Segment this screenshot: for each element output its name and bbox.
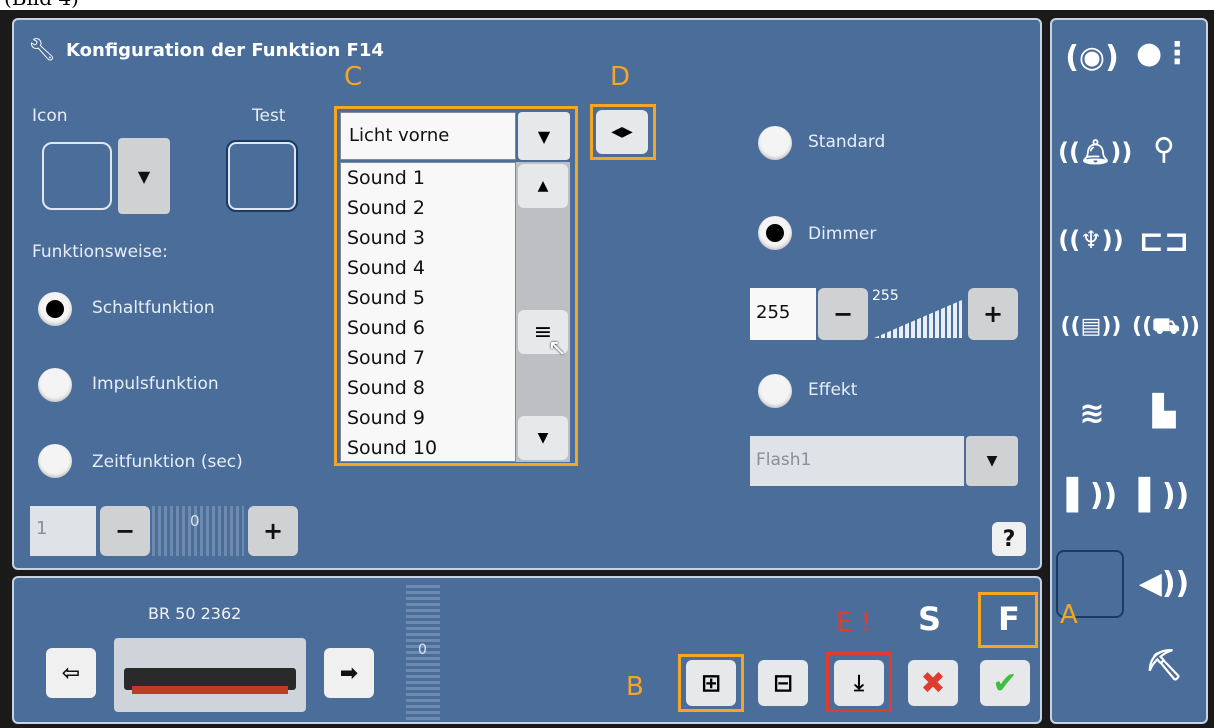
conductor-announcement-icon[interactable]: ▌)) — [1136, 478, 1192, 513]
time-minus-button[interactable]: − — [100, 506, 150, 556]
checkmark-icon: ✔ — [992, 665, 1018, 701]
confirm-button[interactable]: ✔ — [980, 660, 1030, 706]
add-icon: ⊞ — [700, 669, 722, 697]
loco-panel: BR 50 2362 ⇦ ➡ 0 B ⊞ ⊟ E ! ⤓ ✖ ✔ S F — [12, 576, 1042, 724]
mode-label: Funktionsweise: — [32, 242, 168, 262]
bell-sound-icon[interactable]: ((🔔︎)) — [1058, 138, 1132, 166]
effect-dropdown-button[interactable]: ▼ — [966, 436, 1018, 486]
list-item[interactable]: Sound 2 — [341, 193, 515, 223]
shovel-icon[interactable]: ⛏ — [1136, 648, 1192, 683]
list-item[interactable]: Sound 8 — [341, 373, 515, 403]
annotation-b: B — [626, 672, 644, 702]
add-function-button[interactable]: ⊞ — [686, 660, 736, 706]
label-dimmer: Dimmer — [808, 224, 877, 244]
coupling-icon[interactable]: ⊏⊐ — [1136, 224, 1192, 259]
remove-function-button[interactable]: ⊟ — [758, 660, 808, 706]
engine-sound-icon[interactable]: ((▤)) — [1058, 314, 1124, 339]
loco-image — [114, 638, 306, 712]
time-slider-value: 0 — [190, 512, 200, 530]
next-loco-button[interactable]: ➡ — [324, 648, 374, 698]
list-item[interactable]: Sound 10 — [341, 433, 515, 461]
car-sound-icon[interactable]: ((⛟)) — [1128, 314, 1204, 342]
dimmer-value-input[interactable]: 255 — [750, 288, 816, 340]
scroll-up-button[interactable]: ▲ — [518, 164, 568, 208]
speaker-icon[interactable]: ◀)) — [1136, 566, 1192, 601]
arrow-right-icon: ➡ — [339, 660, 359, 686]
remove-icon: ⊟ — [772, 669, 794, 697]
radio-zeitfunktion[interactable] — [38, 444, 72, 478]
annotation-d: D — [610, 62, 631, 92]
chevron-down-icon: ▼ — [137, 166, 151, 186]
function-select[interactable]: Licht vorne — [340, 112, 516, 160]
dialog-title: Konfiguration der Funktion F14 — [66, 40, 384, 61]
icon-dropdown-button[interactable]: ▼ — [118, 138, 170, 214]
f-label: F — [998, 600, 1020, 638]
close-icon: ✖ — [920, 665, 946, 701]
list-item[interactable]: Sound 5 — [341, 283, 515, 313]
whistle-sound-icon[interactable]: ((♆)) — [1058, 226, 1124, 254]
annotation-c: C — [344, 62, 363, 92]
caption: (Bild 4) — [4, 0, 79, 10]
dimmer-plus-button[interactable]: + — [968, 288, 1018, 340]
speed-value: 0 — [418, 642, 427, 658]
coupler-hook-icon[interactable]: ⚲ — [1136, 132, 1192, 167]
label-standard: Standard — [808, 132, 886, 152]
list-item[interactable]: Sound 7 — [341, 343, 515, 373]
dimmer-minus-button[interactable]: − — [818, 288, 868, 340]
effect-select[interactable]: Flash1 — [750, 436, 964, 486]
time-input[interactable]: 1 — [30, 506, 96, 556]
wrench-icon: 🔧︎ — [28, 38, 56, 63]
chevron-down-icon: ▼ — [537, 126, 551, 146]
radio-effekt[interactable] — [758, 374, 792, 408]
label-effekt: Effekt — [808, 380, 858, 400]
config-panel: 🔧︎ Konfiguration der Funktion F14 Icon T… — [12, 18, 1042, 570]
chevron-up-icon: ▲ — [537, 178, 549, 194]
radio-standard[interactable] — [758, 126, 792, 160]
label-impulsfunktion: Impulsfunktion — [92, 374, 219, 394]
help-button[interactable]: ? — [992, 522, 1026, 556]
list-item[interactable]: Sound 1 — [341, 163, 515, 193]
download-loco-icon: ⤓ — [854, 670, 864, 696]
icon-preview[interactable] — [42, 142, 112, 210]
scroll-down-button[interactable]: ▼ — [518, 416, 568, 460]
radio-dimmer[interactable] — [758, 216, 792, 250]
function-select-dropdown-button[interactable]: ▼ — [518, 112, 570, 160]
chevron-down-icon: ▼ — [537, 430, 549, 446]
previous-loco-button[interactable]: ⇦ — [46, 648, 96, 698]
cancel-button[interactable]: ✖ — [908, 660, 958, 706]
headlight-icon[interactable]: ●⋮ — [1136, 36, 1192, 71]
test-button[interactable] — [226, 140, 298, 212]
annotation-e: E ! — [836, 608, 872, 638]
loco-name: BR 50 2362 — [148, 604, 242, 623]
write-to-loco-button[interactable]: ⤓ — [834, 660, 884, 706]
horn-signal-icon[interactable]: (◉) — [1064, 40, 1120, 75]
time-plus-button[interactable]: + — [248, 506, 298, 556]
smoke-generator-icon[interactable]: ≋ — [1064, 396, 1120, 431]
label-zeitfunktion: Zeitfunktion (sec) — [92, 452, 243, 472]
icon-label: Icon — [32, 106, 68, 126]
left-right-arrows-icon: ◀▶ — [611, 124, 633, 140]
label-schaltfunktion: Schaltfunktion — [92, 298, 215, 318]
weight-icon[interactable]: ▙ — [1136, 394, 1192, 429]
arrow-left-icon: ⇦ — [61, 660, 81, 686]
list-item[interactable]: Sound 6 — [341, 313, 515, 343]
test-label: Test — [252, 106, 286, 126]
list-item[interactable]: Sound 4 — [341, 253, 515, 283]
annotation-a: A — [1060, 600, 1078, 630]
swap-button[interactable]: ◀▶ — [596, 110, 648, 154]
radio-impulsfunktion[interactable] — [38, 368, 72, 402]
chevron-down-icon: ▼ — [986, 453, 998, 469]
s-label: S — [918, 600, 942, 638]
dimmer-max-label: 255 — [872, 288, 899, 304]
station-announcement-icon[interactable]: ▌)) — [1064, 478, 1120, 513]
list-item[interactable]: Sound 9 — [341, 403, 515, 433]
radio-schaltfunktion[interactable] — [38, 292, 72, 326]
function-options-list: Sound 1 Sound 2 Sound 3 Sound 4 Sound 5 … — [340, 162, 516, 462]
mouse-cursor-icon: ↖ — [548, 336, 567, 361]
list-item[interactable]: Sound 3 — [341, 223, 515, 253]
